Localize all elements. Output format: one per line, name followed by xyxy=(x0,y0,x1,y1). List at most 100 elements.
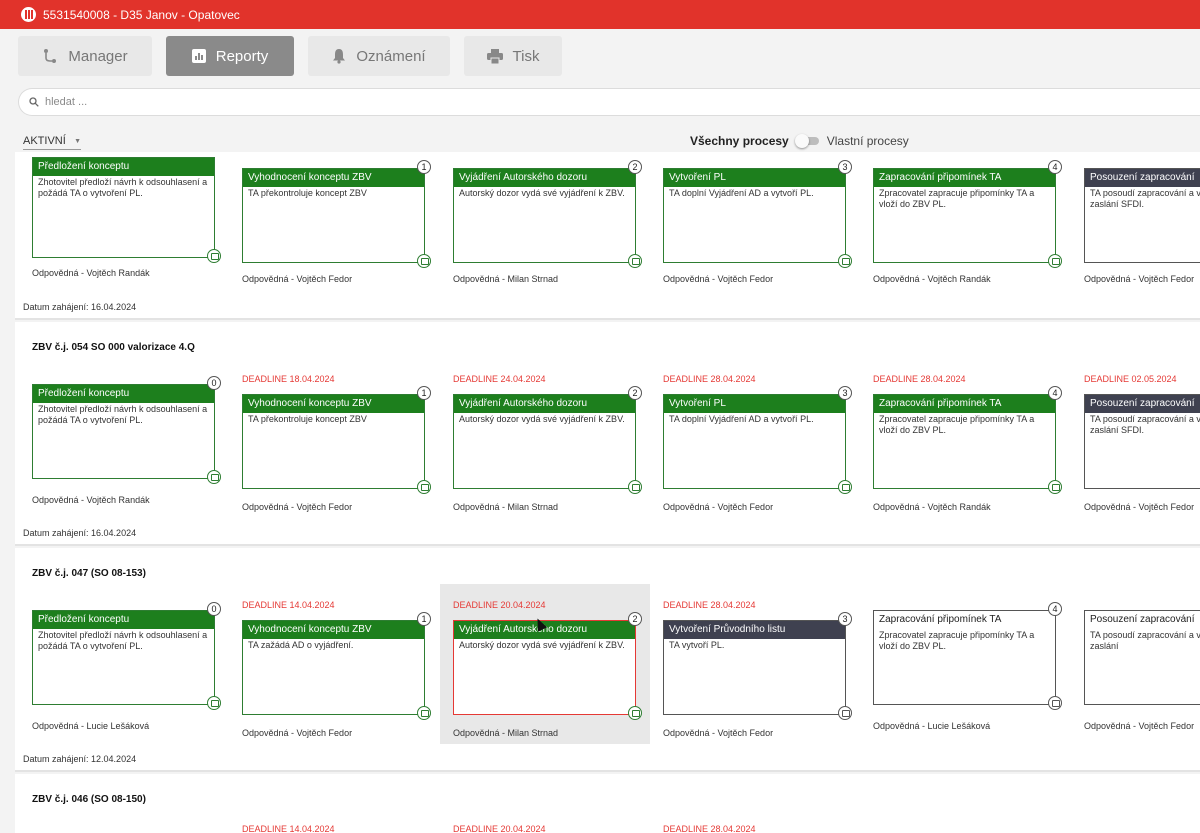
step-deadline: DEADLINE 28.04.2024 xyxy=(663,824,756,833)
step-title: Vyhodnocení konceptu ZBV xyxy=(243,395,424,413)
step-description: Zhotovitel předloží návrh k odsouhlasení… xyxy=(38,177,208,198)
step-deadline: DEADLINE 02.05.2024 xyxy=(1084,374,1177,384)
step-description: TA posoudí zapracování a vydá souhlas k … xyxy=(1090,630,1200,651)
step-description: TA doplní Vyjádření AD a vytvoří PL. xyxy=(669,188,814,198)
step-owner: Odpovědná - Vojtěch Fedor xyxy=(663,274,774,284)
step-owner: Odpovědná - Vojtěch Fedor xyxy=(242,274,353,284)
step-deadline: DEADLINE 20.04.2024 xyxy=(453,600,546,610)
status-filter-select[interactable]: AKTIVNÍ ▼ xyxy=(23,135,81,150)
step-deadline: DEADLINE 28.04.2024 xyxy=(663,374,756,384)
document-icon[interactable] xyxy=(628,480,642,494)
document-icon[interactable] xyxy=(628,254,642,268)
step-deadline: DEADLINE 28.04.2024 xyxy=(663,600,756,610)
step-owner: Odpovědná - Vojtěch Fedor xyxy=(1084,721,1195,731)
step-number-badge: 0 xyxy=(207,376,221,390)
step-number-badge: 2 xyxy=(628,160,642,174)
process-step[interactable]: Posouzení zapracování TA posoudí zapraco… xyxy=(1084,548,1200,748)
process-step[interactable]: DEADLINE 02.05.2024 Posouzení zapracován… xyxy=(1084,322,1200,522)
step-title: Zapracování připomínek TA xyxy=(874,169,1055,187)
document-icon[interactable] xyxy=(417,254,431,268)
document-icon[interactable] xyxy=(417,706,431,720)
process-step[interactable]: Posouzení zapracování TA posoudí zapraco… xyxy=(1084,152,1200,292)
window-title: 5531540008 - D35 Janov - Opatovec xyxy=(43,7,240,22)
step-title: Předložení konceptu xyxy=(33,158,214,176)
step-description: TA překontroluje koncept ZBV xyxy=(248,414,367,424)
document-icon[interactable] xyxy=(1048,254,1062,268)
section-start-date: Datum zahájení: 16.04.2024 xyxy=(23,302,137,312)
step-deadline: DEADLINE 14.04.2024 xyxy=(242,600,335,610)
step-number-badge: 1 xyxy=(417,612,431,626)
tab-manager[interactable]: Manager xyxy=(18,36,152,76)
step-title: Předložení konceptu xyxy=(33,611,214,629)
main-nav: Manager Reporty Oznámení Tisk xyxy=(18,36,562,76)
document-icon[interactable] xyxy=(207,470,221,484)
step-owner: Odpovědná - Vojtěch Fedor xyxy=(1084,274,1195,284)
document-icon[interactable] xyxy=(628,706,642,720)
process-scope-switch[interactable] xyxy=(794,134,821,148)
step-deadline: DEADLINE 24.04.2024 xyxy=(453,374,546,384)
printer-icon xyxy=(486,48,503,64)
step-number-badge: 4 xyxy=(1048,602,1062,616)
step-number-badge: 2 xyxy=(628,612,642,626)
step-number-badge: 1 xyxy=(417,386,431,400)
step-number-badge: 3 xyxy=(838,160,852,174)
app-logo-icon xyxy=(21,7,36,22)
tab-oznameni-label: Oznámení xyxy=(356,47,426,65)
step-description: Autorský dozor vydá své vyjádření k ZBV. xyxy=(459,640,625,650)
step-deadline: DEADLINE 20.04.2024 xyxy=(453,824,546,833)
search-bar xyxy=(18,88,1200,116)
step-title: Vyhodnocení konceptu ZBV xyxy=(243,169,424,187)
document-icon[interactable] xyxy=(838,254,852,268)
step-title: Posouzení zapracování xyxy=(1090,614,1195,625)
step-description: TA doplní Vyjádření AD a vytvoří PL. xyxy=(669,414,814,424)
step-owner: Odpovědná - Vojtěch Randák xyxy=(873,274,991,284)
process-scope-toggle: Všechny procesy Vlastní procesy xyxy=(690,134,909,148)
search-icon xyxy=(29,97,39,107)
step-deadline: DEADLINE 28.04.2024 xyxy=(873,374,966,384)
step-number-badge: 3 xyxy=(838,612,852,626)
step-title: Vytvoření PL xyxy=(664,169,845,187)
caret-down-icon: ▼ xyxy=(74,137,81,145)
step-description: Autorský dozor vydá své vyjádření k ZBV. xyxy=(459,188,625,198)
step-title: Vyjádření Autorského dozoru xyxy=(454,169,635,187)
step-description: TA zažádá AD o vyjádření. xyxy=(248,640,354,650)
step-description: Zhotovitel předloží návrh k odsouhlasení… xyxy=(38,404,208,425)
step-number-badge: 0 xyxy=(207,602,221,616)
title-bar: 5531540008 - D35 Janov - Opatovec xyxy=(0,0,1200,29)
document-icon[interactable] xyxy=(838,480,852,494)
document-icon[interactable] xyxy=(1048,480,1062,494)
document-icon[interactable] xyxy=(1048,696,1062,710)
step-title: Vytvoření PL xyxy=(664,395,845,413)
document-icon[interactable] xyxy=(207,696,221,710)
step-deadline: DEADLINE 18.04.2024 xyxy=(242,374,335,384)
step-deadline: DEADLINE 14.04.2024 xyxy=(242,824,335,833)
step-number-badge: 4 xyxy=(1048,160,1062,174)
step-title: Předložení konceptu xyxy=(33,385,214,403)
step-description: Zhotovitel předloží návrh k odsouhlasení… xyxy=(38,630,208,651)
section-title: ZBV č.j. 054 SO 000 valorizace 4.Q xyxy=(32,342,195,353)
document-icon[interactable] xyxy=(838,706,852,720)
section-start-date: Datum zahájení: 16.04.2024 xyxy=(23,528,137,538)
document-icon[interactable] xyxy=(207,249,221,263)
document-icon[interactable] xyxy=(417,480,431,494)
process-section: ZBV č.j. 046 (SO 08-150) DEADLINE 14.04.… xyxy=(15,774,1200,833)
tab-reporty[interactable]: Reporty xyxy=(166,36,294,76)
step-owner: Odpovědná - Vojtěch Randák xyxy=(32,268,150,278)
step-owner: Odpovědná - Vojtěch Fedor xyxy=(242,728,353,738)
tab-oznameni[interactable]: Oznámení xyxy=(308,36,450,76)
bell-icon xyxy=(333,49,346,64)
step-title: Vyjádření Autorského dozoru xyxy=(454,395,635,413)
tab-tisk-label: Tisk xyxy=(512,47,540,65)
section-title: ZBV č.j. 046 (SO 08-150) xyxy=(32,794,146,805)
step-owner: Odpovědná - Vojtěch Fedor xyxy=(663,728,774,738)
step-description: TA posoudí zapracování a vydá souhlas k … xyxy=(1090,188,1200,209)
tab-tisk[interactable]: Tisk xyxy=(464,36,562,76)
toggle-label-own: Vlastní procesy xyxy=(826,134,909,148)
step-description: TA posoudí zapracování a vydá souhlas k … xyxy=(1090,414,1200,435)
step-owner: Odpovědná - Lucie Lešáková xyxy=(32,721,150,731)
step-owner: Odpovědná - Lucie Lešáková xyxy=(873,721,991,731)
flow-icon xyxy=(44,49,57,63)
step-owner: Odpovědná - Milan Strnad xyxy=(453,502,559,512)
section-start-date: Datum zahájení: 12.04.2024 xyxy=(23,754,137,764)
search-input[interactable] xyxy=(45,96,445,108)
